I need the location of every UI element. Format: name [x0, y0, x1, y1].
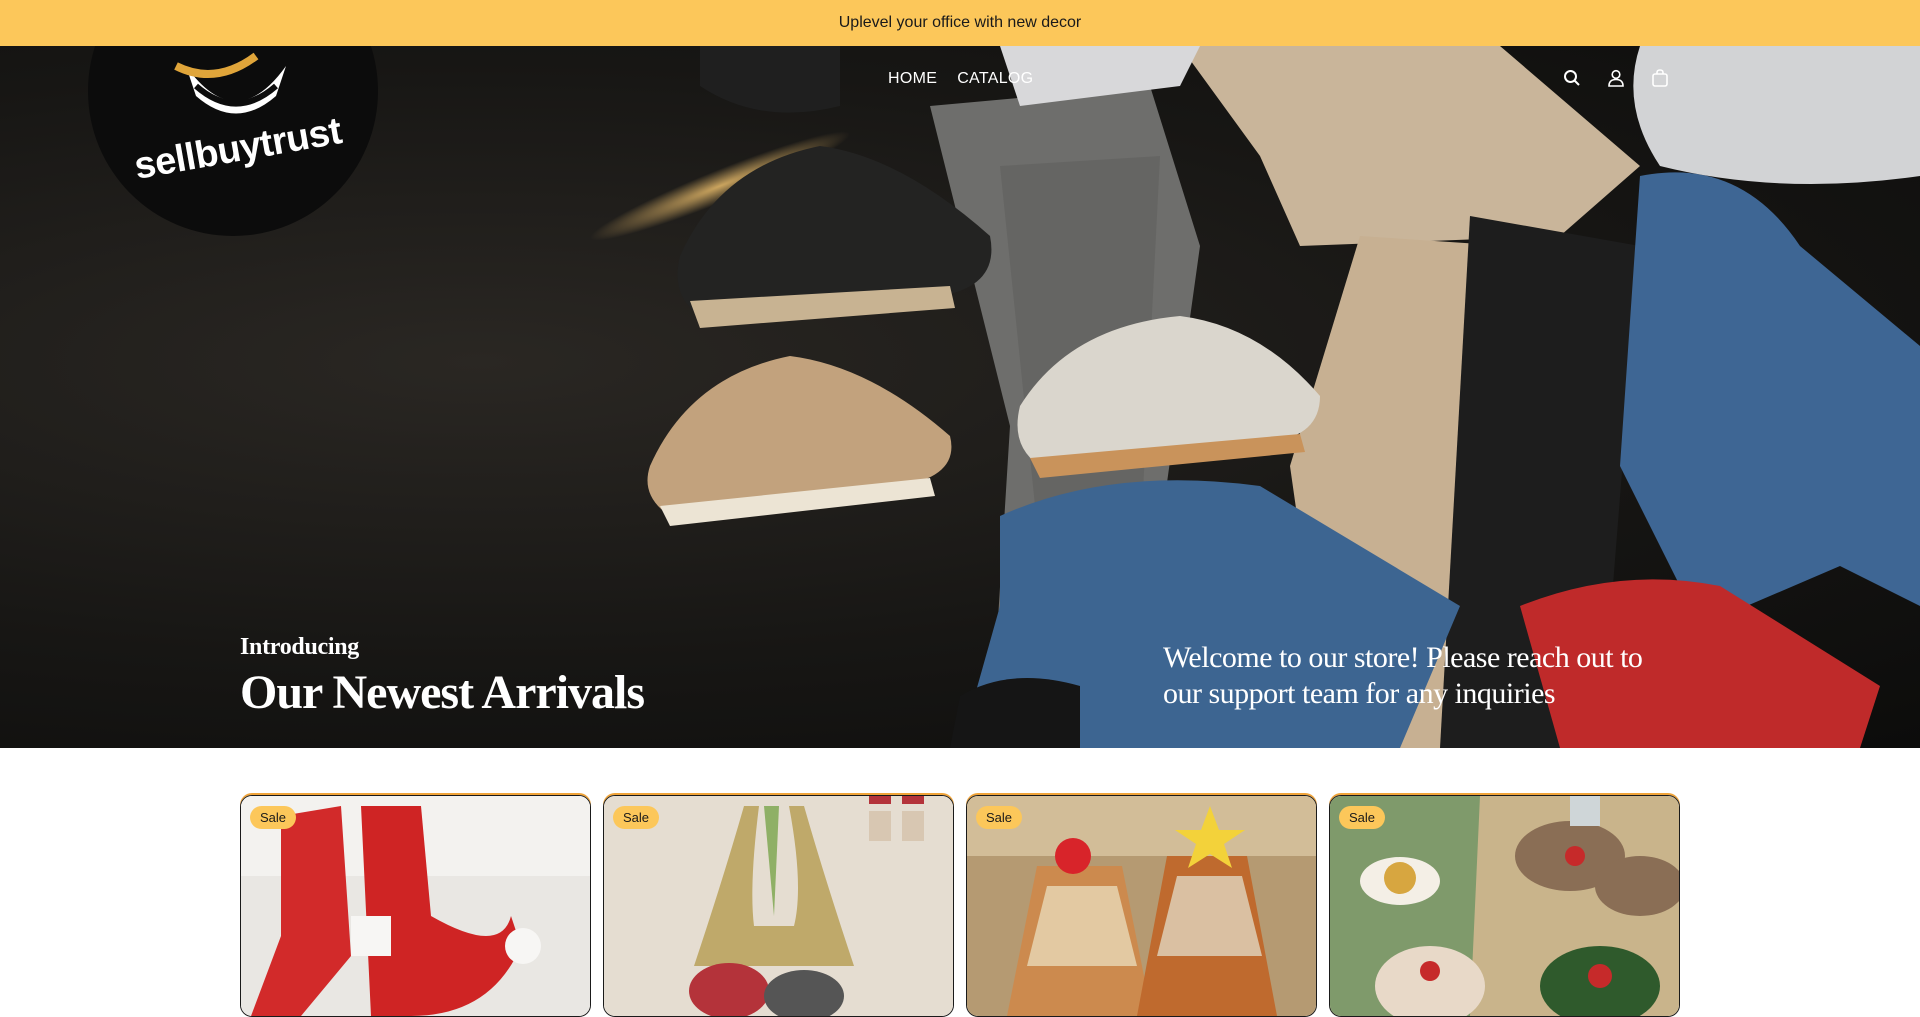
- shield-icon: [174, 52, 286, 114]
- hero-kicker: Introducing: [240, 634, 359, 660]
- sale-badge: Sale: [613, 806, 660, 829]
- hero-title: Our Newest Arrivals: [240, 666, 645, 719]
- announcement-bar: Uplevel your office with new decor: [0, 0, 1920, 46]
- product-image: [967, 796, 1316, 1016]
- hero-banner: sellbuytrust HOME CATALOG Introducing Ou…: [0, 46, 1920, 748]
- product-image: [604, 796, 953, 1016]
- hero-heading: Introducing Our Newest Arrivals: [240, 634, 645, 720]
- nav-home-link[interactable]: HOME: [888, 70, 937, 88]
- hero-message: Welcome to our store! Please reach out t…: [1163, 641, 1643, 710]
- product-card[interactable]: Sale: [966, 795, 1317, 1017]
- search-icon[interactable]: [1562, 68, 1582, 88]
- product-grid: Sale Sale Sale Sale: [240, 795, 1680, 1017]
- sale-badge: Sale: [1339, 806, 1386, 829]
- main-nav: HOME CATALOG: [888, 70, 1033, 88]
- account-icon[interactable]: [1606, 68, 1626, 88]
- product-card[interactable]: Sale: [1329, 795, 1680, 1017]
- announcement-text: Uplevel your office with new decor: [838, 14, 1082, 31]
- cart-icon[interactable]: [1650, 68, 1670, 88]
- sale-badge: Sale: [250, 806, 297, 829]
- product-image: [241, 796, 590, 1016]
- header-icons: [1562, 68, 1670, 88]
- product-card[interactable]: Sale: [240, 795, 591, 1017]
- nav-catalog-link[interactable]: CATALOG: [957, 70, 1033, 88]
- sale-badge: Sale: [976, 806, 1023, 829]
- product-image: [1330, 796, 1679, 1016]
- product-card[interactable]: Sale: [603, 795, 954, 1017]
